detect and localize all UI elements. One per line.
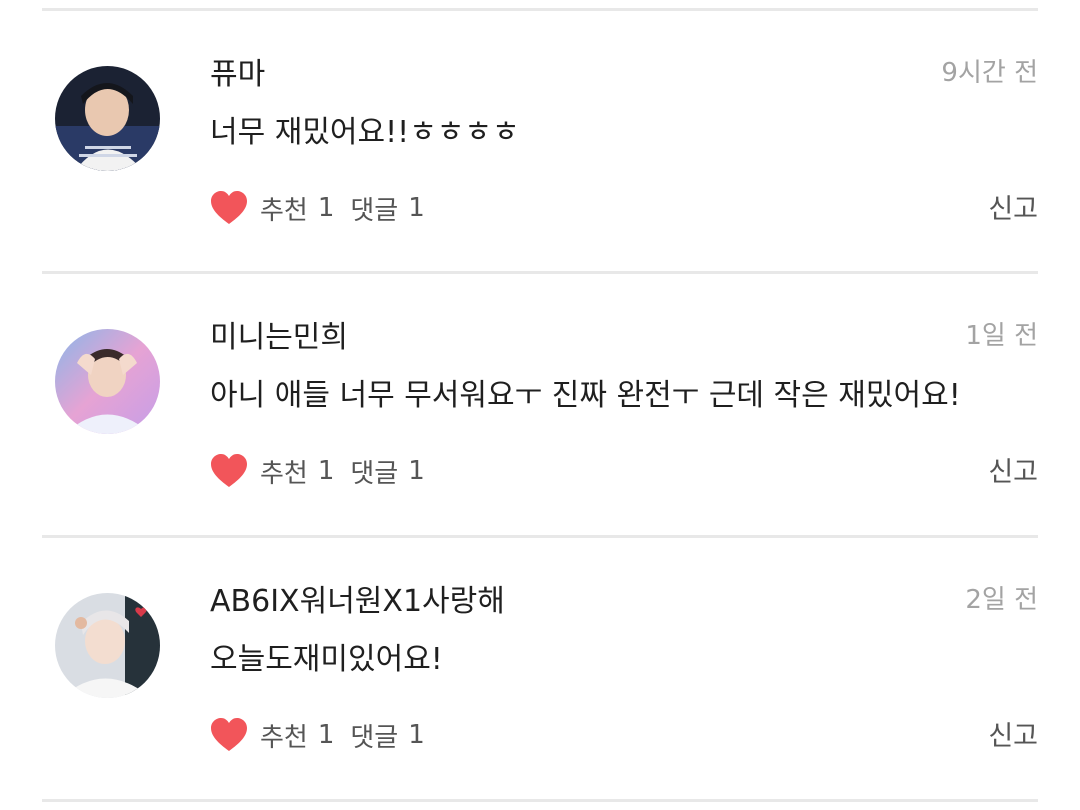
like-label[interactable]: 추천 (260, 190, 308, 227)
username[interactable]: 미니는민희 (210, 320, 348, 356)
avatar[interactable] (55, 329, 160, 434)
comment-text: 아니 애들 너무 무서워요ㅜ 진짜 완전ㅜ 근데 작은 재밌어요! (210, 378, 961, 413)
like-count: 1 (317, 456, 335, 486)
comment-item: 퓨마 9시간 전 너무 재밌어요!!ㅎㅎㅎㅎ 추천 1 댓글 1 신고 (0, 11, 1080, 273)
report-button[interactable]: 신고 (988, 721, 1038, 753)
heart-icon[interactable] (210, 717, 248, 753)
username[interactable]: AB6IX워너원X1사랑해 (210, 584, 505, 620)
comment-item: AB6IX워너원X1사랑해 2일 전 오늘도재미있어요! 추천 1 댓글 1 신… (0, 538, 1080, 800)
report-button[interactable]: 신고 (988, 194, 1038, 226)
reply-label[interactable]: 댓글 (350, 453, 398, 490)
like-label[interactable]: 추천 (260, 717, 308, 754)
reply-count: 1 (408, 720, 425, 750)
comment-text: 너무 재밌어요!!ㅎㅎㅎㅎ (210, 115, 520, 150)
reply-label[interactable]: 댓글 (350, 717, 398, 754)
comment-item: 미니는민희 1일 전 아니 애들 너무 무서워요ㅜ 진짜 완전ㅜ 근데 작은 재… (0, 274, 1080, 536)
comment-actions: 추천 1 댓글 1 (210, 715, 425, 755)
comment-actions: 추천 1 댓글 1 (210, 451, 425, 491)
reply-count: 1 (408, 193, 425, 223)
avatar[interactable] (55, 593, 160, 698)
reply-count: 1 (408, 456, 425, 486)
timestamp: 2일 전 (965, 585, 1038, 615)
avatar[interactable] (55, 66, 160, 171)
avatar-image (55, 593, 160, 698)
like-count: 1 (317, 720, 335, 750)
report-button[interactable]: 신고 (988, 457, 1038, 489)
username[interactable]: 퓨마 (210, 57, 265, 93)
heart-icon[interactable] (210, 190, 248, 226)
avatar-image (55, 329, 160, 434)
divider-bottom (42, 799, 1038, 802)
heart-icon[interactable] (210, 453, 248, 489)
timestamp: 1일 전 (965, 321, 1038, 351)
avatar-image (55, 66, 160, 171)
timestamp: 9시간 전 (941, 58, 1038, 88)
like-label[interactable]: 추천 (260, 453, 308, 490)
reply-label[interactable]: 댓글 (350, 190, 398, 227)
comment-actions: 추천 1 댓글 1 (210, 188, 425, 228)
comment-text: 오늘도재미있어요! (210, 642, 443, 677)
like-count: 1 (317, 193, 335, 223)
